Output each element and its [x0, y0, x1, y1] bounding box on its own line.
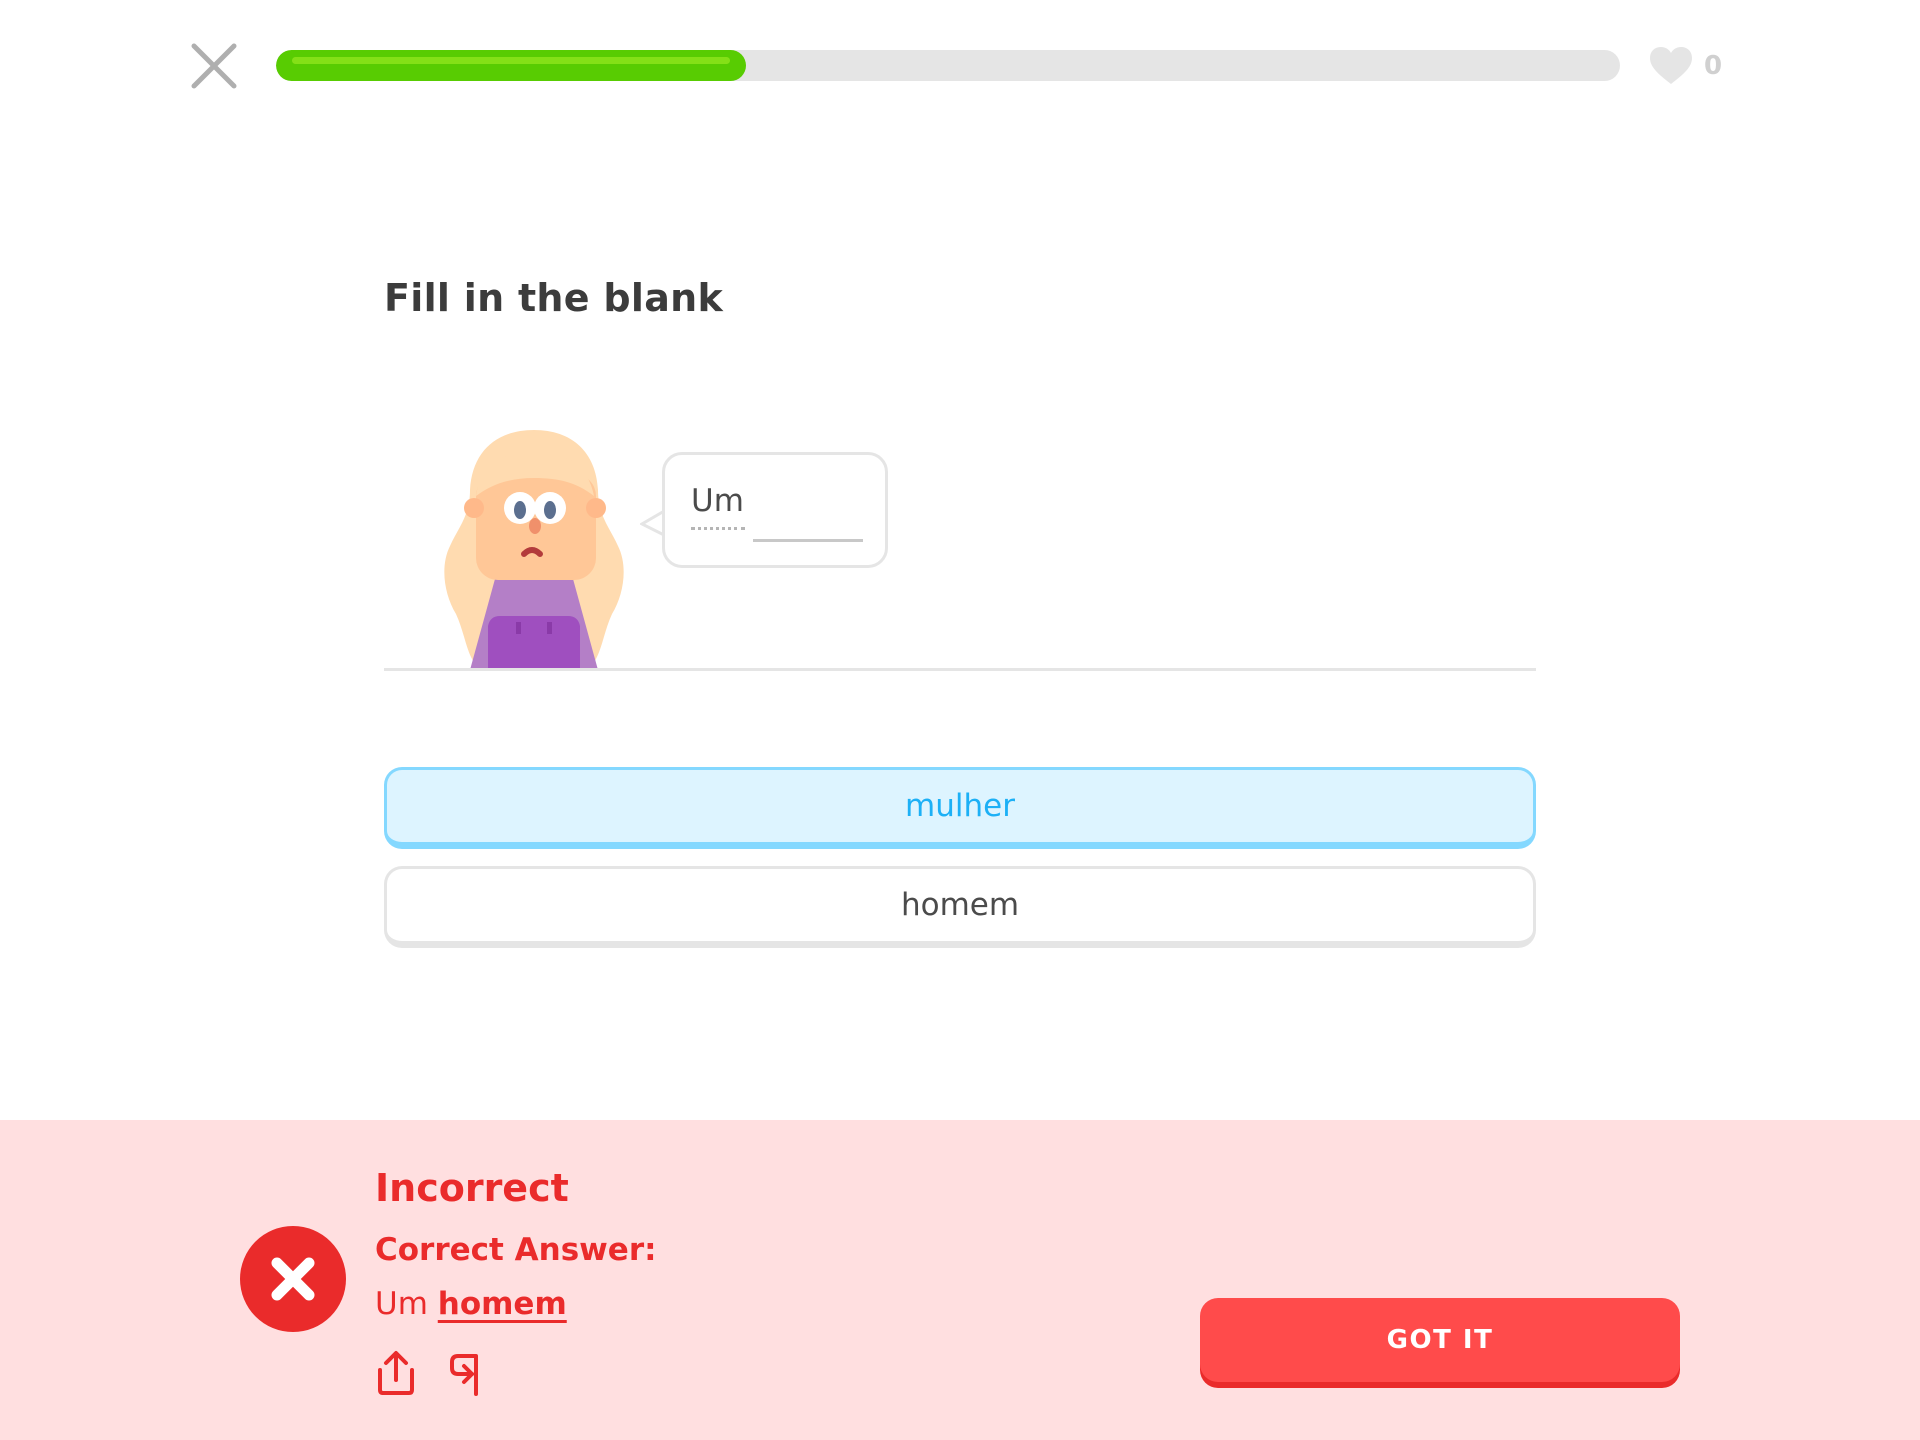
got-it-button[interactable]: GOT IT	[1200, 1298, 1680, 1382]
share-button[interactable]	[374, 1350, 418, 1396]
divider	[384, 668, 1536, 671]
woman-character	[444, 430, 624, 670]
close-icon	[191, 43, 237, 89]
hearts-indicator[interactable]: 0	[1648, 44, 1722, 88]
answer-blank	[753, 539, 863, 542]
lesson-screen: 0 Fill in the blank Um mulher homem Inco…	[0, 0, 1920, 1440]
heart-icon	[1650, 47, 1692, 84]
option-homem[interactable]: homem	[384, 866, 1536, 948]
progress-fill	[276, 50, 747, 81]
word-hint-underline	[691, 527, 745, 530]
correct-answer: Um homem	[375, 1286, 567, 1322]
speech-bubble: Um	[662, 452, 888, 568]
sentence-word[interactable]: Um	[691, 483, 744, 519]
close-button[interactable]	[188, 40, 240, 92]
prompt-title: Fill in the blank	[384, 276, 724, 320]
feedback-title: Incorrect	[375, 1166, 569, 1210]
report-button[interactable]	[446, 1352, 486, 1396]
flag-icon	[450, 1354, 478, 1396]
progress-shine	[292, 57, 731, 64]
option-mulher[interactable]: mulher	[384, 767, 1536, 849]
hearts-count: 0	[1704, 51, 1723, 81]
lesson-progress-bar	[276, 50, 1620, 81]
feedback-panel: Incorrect Correct Answer: Um homem GOT I…	[0, 1120, 1920, 1440]
answer-prefix: Um	[375, 1286, 438, 1322]
correct-answer-label: Correct Answer:	[375, 1232, 657, 1268]
answer-word: homem	[437, 1286, 567, 1322]
share-icon	[378, 1351, 414, 1395]
x-circle-icon	[240, 1226, 346, 1332]
